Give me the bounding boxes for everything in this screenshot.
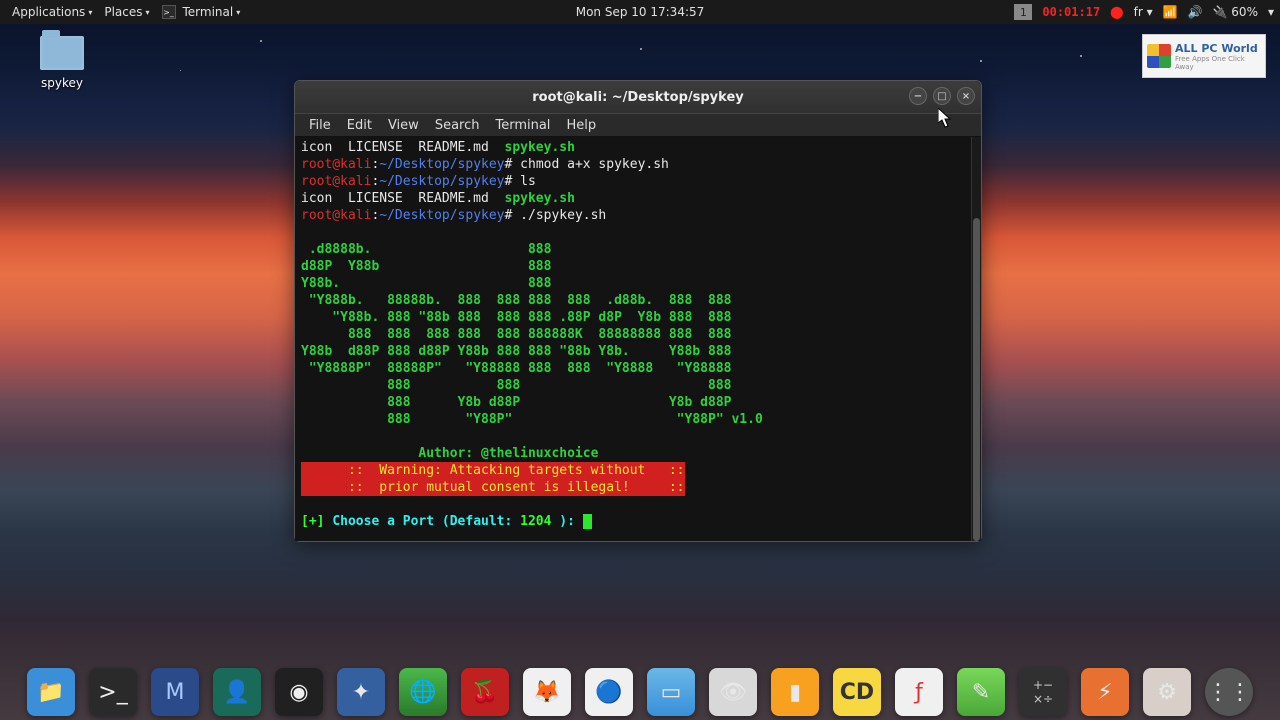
dock-cherrytree[interactable]: 🍒 [461, 668, 509, 716]
network-icon[interactable]: 📶 [1163, 5, 1178, 19]
chevron-down-icon: ▾ [236, 8, 240, 17]
volume-icon[interactable]: 🔊 [1188, 5, 1203, 19]
chevron-down-icon: ▾ [88, 8, 92, 17]
terminal-icon: >_ [162, 5, 176, 19]
dock-metasploit[interactable]: M [151, 668, 199, 716]
dock-faraday[interactable]: ƒ [895, 668, 943, 716]
terminal-cursor [583, 514, 592, 529]
window-titlebar[interactable]: root@kali: ~/Desktop/spykey − □ × [295, 81, 981, 113]
dock-texteditor[interactable]: ✎ [957, 668, 1005, 716]
folder-icon [40, 36, 84, 70]
dock: 📁 >_ M 👤 ◉ ✦ 🌐 🍒 🦊 🔵 ▭ 👁 ▮ CD ƒ ✎ +−×÷ ⚡… [27, 668, 1253, 716]
menu-terminal[interactable]: Terminal [487, 118, 558, 133]
applications-menu[interactable]: Applications▾ [6, 5, 98, 19]
dock-obs[interactable]: ◉ [275, 668, 323, 716]
desktop-folder-spykey[interactable]: spykey [32, 36, 92, 90]
window-list-label: Terminal [183, 5, 234, 19]
power-menu-icon[interactable]: ▾ [1268, 5, 1274, 19]
dock-calculator[interactable]: +−×÷ [1019, 668, 1067, 716]
watermark-badge: ALL PC World Free Apps One Click Away [1142, 34, 1266, 78]
watermark-logo-icon [1147, 44, 1171, 68]
screen-recorder-time[interactable]: 00:01:17 [1042, 5, 1100, 19]
window-title: root@kali: ~/Desktop/spykey [532, 90, 743, 105]
maximize-button[interactable]: □ [933, 87, 951, 105]
workspace-indicator[interactable]: 1 [1014, 4, 1032, 20]
author-line: Author: @thelinuxchoice [301, 446, 598, 461]
warning-line-2: :: prior mutual consent is illegal! :: [301, 479, 685, 496]
scrollbar-thumb[interactable] [973, 218, 980, 541]
terminal-window[interactable]: root@kali: ~/Desktop/spykey − □ × File E… [294, 80, 982, 542]
terminal-output[interactable]: icon LICENSE README.md spykey.sh root@ka… [295, 137, 981, 541]
dock-burpsuite[interactable]: ▮ [771, 668, 819, 716]
places-label: Places [104, 5, 142, 19]
watermark-line1: ALL PC World [1175, 42, 1261, 55]
dock-tweaks[interactable]: ⚙ [1143, 668, 1191, 716]
dock-files[interactable]: 📁 [27, 668, 75, 716]
window-list-terminal[interactable]: >_ Terminal▾ [156, 5, 247, 19]
dock-chrome[interactable]: 🔵 [585, 668, 633, 716]
warning-line-1: :: Warning: Attacking targets without :: [301, 462, 685, 479]
menu-search[interactable]: Search [427, 118, 488, 133]
keyboard-layout[interactable]: fr ▾ [1134, 5, 1153, 19]
menu-edit[interactable]: Edit [339, 118, 380, 133]
chevron-down-icon: ▾ [145, 8, 149, 17]
minimize-button[interactable]: − [909, 87, 927, 105]
applications-label: Applications [12, 5, 85, 19]
watermark-line2: Free Apps One Click Away [1175, 55, 1261, 71]
battery-icon[interactable]: 🔌 60% [1213, 5, 1258, 19]
dock-maltego[interactable]: 👁 [709, 668, 757, 716]
close-button[interactable]: × [957, 87, 975, 105]
desktop-folder-label: spykey [32, 76, 92, 90]
dock-armitage[interactable]: 👤 [213, 668, 261, 716]
menu-view[interactable]: View [380, 118, 427, 133]
top-panel: Applications▾ Places▾ >_Terminal▾ Mon Se… [0, 0, 1280, 24]
menu-file[interactable]: File [301, 118, 339, 133]
menu-help[interactable]: Help [558, 118, 604, 133]
ascii-banner: .d8888b. 888 d88P Y88b 888 Y88b. 888 "Y8… [301, 242, 763, 427]
terminal-scrollbar[interactable] [971, 137, 981, 541]
recording-indicator-icon[interactable]: ⬤ [1110, 5, 1123, 19]
dock-browser[interactable]: 🌐 [399, 668, 447, 716]
dock-show-apps[interactable]: ⋮⋮ [1205, 668, 1253, 716]
dock-vmware[interactable]: ▭ [647, 668, 695, 716]
terminal-menubar: File Edit View Search Terminal Help [295, 113, 981, 137]
dock-zenmap[interactable]: ✦ [337, 668, 385, 716]
dock-firefox[interactable]: 🦊 [523, 668, 571, 716]
clock[interactable]: Mon Sep 10 17:34:57 [576, 5, 705, 19]
dock-cd[interactable]: CD [833, 668, 881, 716]
dock-leafpad[interactable]: ⚡ [1081, 668, 1129, 716]
places-menu[interactable]: Places▾ [98, 5, 155, 19]
dock-terminal[interactable]: >_ [89, 668, 137, 716]
